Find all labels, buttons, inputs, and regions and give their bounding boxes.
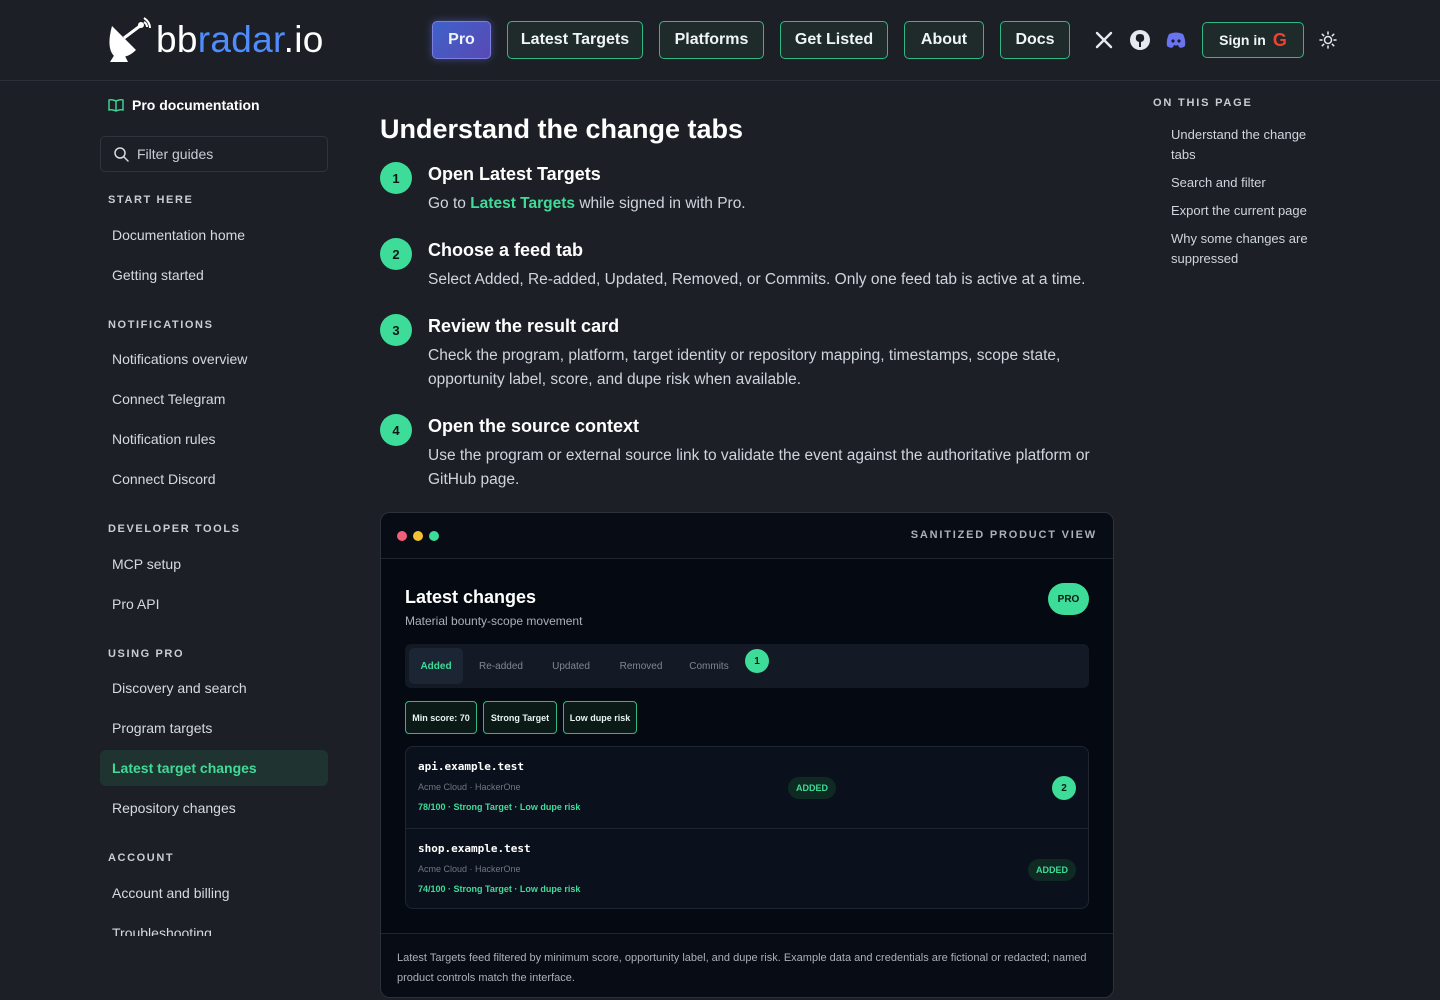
step-number-2: 2 — [380, 238, 412, 270]
sidebar-item-repository-changes[interactable]: Repository changes — [100, 790, 328, 826]
result-list: api.example.test Acme Cloud · HackerOne … — [405, 746, 1089, 909]
sidebar-item-program-targets[interactable]: Program targets — [100, 710, 328, 746]
sidebar-section-account: ACCOUNT — [108, 852, 175, 864]
step-title-3: Review the result card — [428, 316, 620, 336]
result-row[interactable]: api.example.test Acme Cloud · HackerOne … — [406, 747, 1088, 828]
sidebar-item-connect-discord[interactable]: Connect Discord — [100, 461, 328, 497]
sidebar-item-pro-api[interactable]: Pro API — [100, 586, 328, 622]
sidebar-section-developer-tools: DEVELOPER TOOLS — [108, 523, 241, 535]
target-program: Acme Cloud · HackerOne — [418, 782, 521, 792]
step-number-4: 4 — [380, 414, 412, 446]
chip-low-dupe-risk[interactable]: Low dupe risk — [563, 701, 637, 734]
window-dot-yellow — [413, 531, 423, 541]
toc-item-why-some-changes-are-suppressed[interactable]: Why some changes are suppressed — [1171, 229, 1331, 269]
sidebar-item-connect-telegram[interactable]: Connect Telegram — [100, 381, 328, 417]
x-icon[interactable] — [1092, 28, 1116, 52]
sign-in-button[interactable]: Sign in G — [1202, 22, 1304, 58]
chip-min-score[interactable]: Min score: 70 — [405, 701, 477, 734]
filter-guides-input[interactable] — [137, 146, 317, 162]
tab-marker: 1 — [745, 649, 769, 673]
tab-added[interactable]: Added — [409, 648, 463, 684]
docs-sidebar: Pro documentation START HERE Documentati… — [100, 81, 328, 936]
sidebar-section-start-here: START HERE — [108, 194, 194, 206]
sidebar-item-latest-target-changes[interactable]: Latest target changes — [100, 750, 328, 786]
sidebar-item-troubleshooting[interactable]: Troubleshooting — [100, 915, 328, 936]
theme-toggle-icon[interactable] — [1316, 28, 1340, 52]
row-marker: 2 — [1052, 776, 1076, 800]
site-logo[interactable]: bbradar.io — [104, 16, 324, 64]
product-view-caption: Latest Targets feed filtered by minimum … — [397, 952, 1087, 984]
window-titlebar: SANITIZED PRODUCT VIEW — [381, 513, 1113, 559]
sidebar-item-notifications-overview[interactable]: Notifications overview — [100, 341, 328, 377]
step-body-3: Check the program, platform, target iden… — [428, 347, 1061, 388]
status-badge: ADDED — [1028, 859, 1077, 881]
latest-targets-link[interactable]: Latest Targets — [470, 195, 575, 212]
step-title-4: Open the source context — [428, 416, 640, 436]
sidebar-item-getting-started[interactable]: Getting started — [100, 257, 328, 293]
target-score: 78/100 · Strong Target · Low dupe risk — [418, 802, 581, 812]
filter-guides-field[interactable] — [100, 136, 328, 172]
sidebar-item-mcp-setup[interactable]: MCP setup — [100, 546, 328, 582]
search-icon — [114, 147, 129, 162]
toc-item-search-and-filter[interactable]: Search and filter — [1171, 173, 1331, 193]
tab-updated[interactable]: Updated — [539, 648, 603, 684]
latest-changes-title: Latest changes — [405, 587, 537, 607]
toc-heading: ON THIS PAGE — [1153, 97, 1253, 109]
tab-removed[interactable]: Removed — [609, 648, 673, 684]
sidebar-item-notification-rules[interactable]: Notification rules — [100, 421, 328, 457]
step-number-1: 1 — [380, 162, 412, 194]
latest-changes-subtitle: Material bounty-scope movement — [405, 614, 583, 628]
sidebar-title: Pro documentation — [108, 97, 260, 113]
github-icon[interactable] — [1128, 28, 1152, 52]
step-title-1: Open Latest Targets — [428, 164, 601, 184]
sanitized-product-view: SANITIZED PRODUCT VIEW Latest changes Ma… — [380, 512, 1114, 998]
toc-item-understand-the-change-tabs[interactable]: Understand the change tabs — [1171, 125, 1331, 165]
window-dot-green — [429, 531, 439, 541]
target-program: Acme Cloud · HackerOne — [418, 864, 521, 874]
target-score: 74/100 · Strong Target · Low dupe risk — [418, 884, 581, 894]
status-badge: ADDED — [788, 777, 837, 799]
target-host: shop.example.test — [418, 842, 531, 855]
sidebar-section-using-pro: USING PRO — [108, 648, 185, 660]
tab-commits[interactable]: Commits — [679, 648, 739, 684]
discord-icon[interactable] — [1164, 28, 1188, 52]
sidebar-item-account-and-billing[interactable]: Account and billing — [100, 875, 328, 911]
step-number-3: 3 — [380, 314, 412, 346]
logo-wordmark: bbradar.io — [156, 19, 324, 60]
google-icon: G — [1272, 30, 1287, 50]
pro-badge: PRO — [1048, 583, 1089, 615]
result-row[interactable]: shop.example.test Acme Cloud · HackerOne… — [406, 828, 1088, 909]
toc-item-export-the-current-page[interactable]: Export the current page — [1171, 201, 1331, 221]
radar-dish-icon — [109, 17, 151, 62]
nav-get-listed-button[interactable]: Get Listed — [780, 21, 888, 59]
nav-latest-targets-button[interactable]: Latest Targets — [507, 21, 643, 59]
step-body-4: Use the program or external source link … — [428, 447, 1090, 488]
sidebar-section-notifications: NOTIFICATIONS — [108, 319, 214, 331]
nav-about-button[interactable]: About — [904, 21, 984, 59]
product-view-footer: Latest Targets feed filtered by minimum … — [381, 933, 1113, 997]
window-dot-red — [397, 531, 407, 541]
step-body-1: Go to Latest Targets while signed in wit… — [428, 195, 746, 212]
step-body-2: Select Added, Re-added, Updated, Removed… — [428, 271, 1086, 288]
nav-platforms-button[interactable]: Platforms — [659, 21, 764, 59]
sign-in-label: Sign in — [1219, 32, 1266, 48]
feed-tabs: Added Re-added Updated Removed Commits 1 — [405, 644, 1089, 688]
step-title-2: Choose a feed tab — [428, 240, 584, 260]
sidebar-item-documentation-home[interactable]: Documentation home — [100, 217, 328, 253]
product-view-label: SANITIZED PRODUCT VIEW — [910, 529, 1097, 541]
nav-docs-button[interactable]: Docs — [1000, 21, 1070, 59]
chip-strong-target[interactable]: Strong Target — [483, 701, 557, 734]
target-host: api.example.test — [418, 760, 524, 773]
tab-re-added[interactable]: Re-added — [471, 648, 531, 684]
sidebar-item-discovery-and-search[interactable]: Discovery and search — [100, 670, 328, 706]
page-title: Understand the change tabs — [380, 114, 744, 144]
nav-pro-button[interactable]: Pro — [432, 21, 491, 59]
book-icon — [108, 98, 124, 112]
top-header: bbradar.io Pro Latest Targets Platforms … — [0, 0, 1440, 81]
